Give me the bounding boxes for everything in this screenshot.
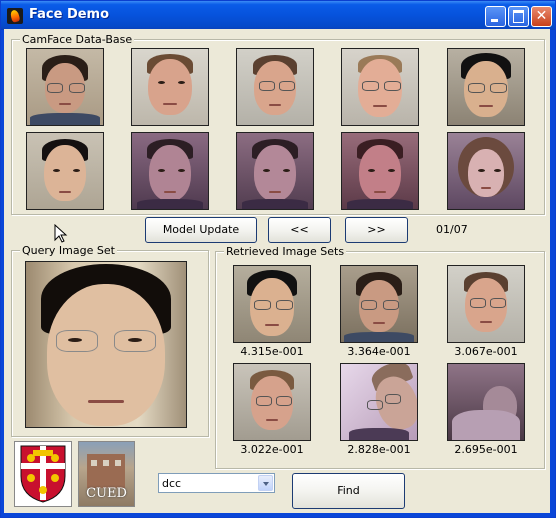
chevron-down-icon[interactable] (258, 475, 273, 491)
close-button[interactable]: ✕ (531, 6, 552, 27)
database-thumbnail[interactable] (26, 48, 104, 126)
cambridge-crest-logo (14, 441, 72, 507)
similarity-score: 2.695e-001 (454, 443, 518, 456)
similarity-score: 3.364e-001 (347, 345, 411, 358)
shield-icon (20, 445, 66, 503)
method-select[interactable]: dcc (158, 473, 275, 493)
find-button[interactable]: Find (292, 473, 405, 509)
mouse-pointer-icon (54, 224, 68, 243)
retrieved-thumbnail[interactable] (447, 363, 525, 441)
similarity-score: 3.022e-001 (240, 443, 304, 456)
database-thumbnail[interactable] (447, 48, 525, 126)
next-page-button[interactable]: >> (345, 217, 408, 243)
database-thumbnail[interactable] (26, 132, 104, 210)
database-thumbnail[interactable] (447, 132, 525, 210)
minimize-button[interactable] (485, 6, 506, 27)
database-thumbnail[interactable] (236, 132, 314, 210)
database-thumbnail[interactable] (131, 48, 209, 126)
similarity-score: 4.315e-001 (240, 345, 304, 358)
similarity-score: 3.067e-001 (454, 345, 518, 358)
retrieved-thumbnail[interactable] (447, 265, 525, 343)
previous-page-button[interactable]: << (268, 217, 331, 243)
query-image (25, 261, 187, 428)
window-title: Face Demo (29, 7, 110, 22)
retrieved-thumbnail[interactable] (233, 363, 311, 441)
retrieved-thumbnail[interactable] (340, 363, 418, 441)
retrieved-thumbnail[interactable] (340, 265, 418, 343)
maximize-button[interactable] (508, 6, 529, 27)
close-icon: ✕ (535, 8, 548, 24)
retrieved-thumbnail[interactable] (233, 265, 311, 343)
database-thumbnail[interactable] (236, 48, 314, 126)
retrieved-panel-title: Retrieved Image Sets (224, 245, 347, 258)
query-panel-title: Query Image Set (20, 244, 117, 257)
database-thumbnail[interactable] (341, 132, 419, 210)
database-thumbnail[interactable] (341, 48, 419, 126)
cued-logo: CUED (78, 441, 135, 507)
title-bar[interactable]: Face Demo ✕ (1, 1, 555, 30)
window-client-area: CamFace Data-Base Model Update << >> 01/… (4, 29, 550, 513)
page-counter: 01/07 (436, 223, 468, 236)
database-thumbnail[interactable] (131, 132, 209, 210)
cued-logo-text: CUED (86, 486, 127, 501)
method-select-value: dcc (162, 477, 182, 490)
matlab-icon (7, 8, 23, 24)
database-panel-title: CamFace Data-Base (20, 33, 135, 46)
model-update-button[interactable]: Model Update (145, 217, 257, 243)
similarity-score: 2.828e-001 (347, 443, 411, 456)
